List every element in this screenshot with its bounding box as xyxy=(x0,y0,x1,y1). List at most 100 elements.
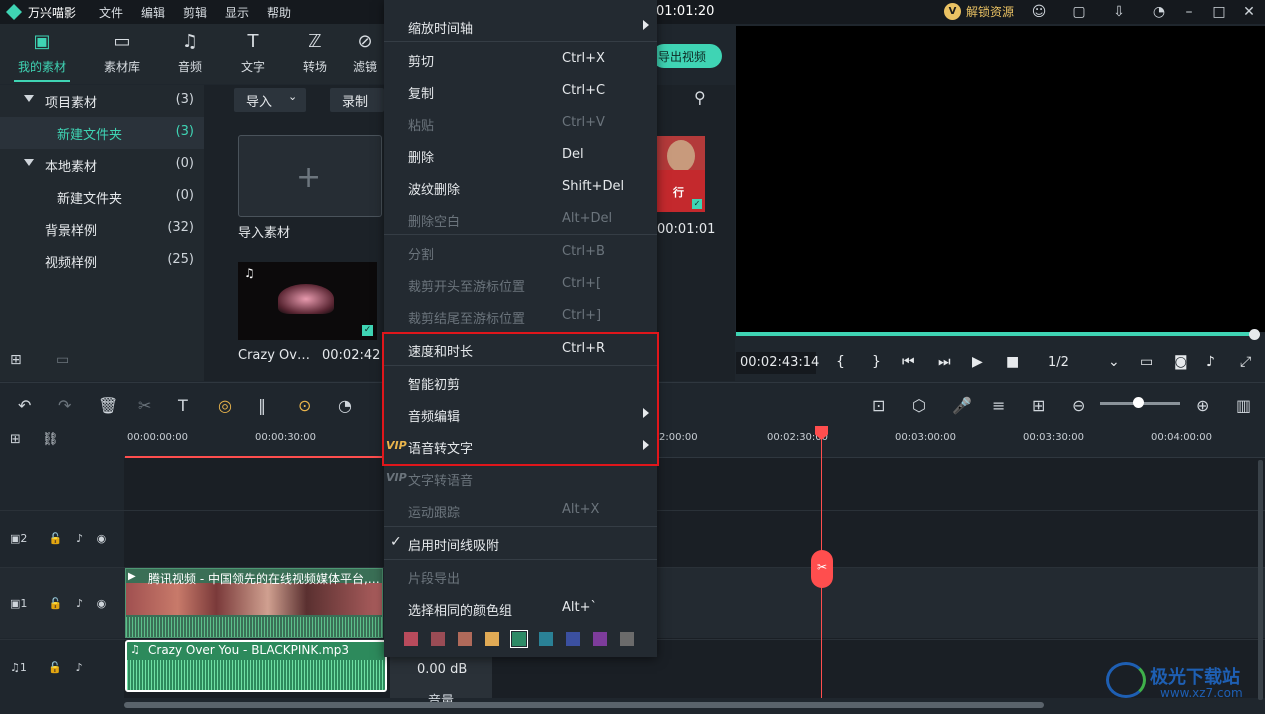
marker-icon[interactable]: ⬡ xyxy=(912,396,926,415)
zoom-slider-knob[interactable] xyxy=(1133,397,1144,408)
add-track-icon[interactable]: ⊞ xyxy=(10,432,21,447)
preview-progress-bar[interactable] xyxy=(736,332,1255,336)
link-icon[interactable]: ⛓ xyxy=(42,432,59,447)
record-button[interactable]: 录制 xyxy=(330,88,384,112)
tree-count: (0) xyxy=(175,188,194,203)
tree-project-media[interactable]: 项目素材 (3) xyxy=(0,85,204,117)
eye-icon[interactable]: ◉ xyxy=(97,597,107,610)
lock-icon[interactable]: 🔓 xyxy=(49,532,63,545)
menu-cut[interactable]: 剪切 Ctrl+X xyxy=(384,43,657,75)
chevron-down-icon[interactable]: ⌄ xyxy=(1108,354,1120,370)
expand-arrow-icon[interactable] xyxy=(24,159,34,166)
media-thumb-crazy-over-you[interactable]: ♫ ✓ xyxy=(238,262,377,340)
step-back-icon[interactable]: ⏮ xyxy=(902,354,915,370)
color-swatch[interactable] xyxy=(431,632,445,646)
tree-video-samples[interactable]: 视频样例 (25) xyxy=(0,245,204,277)
mark-in-icon[interactable]: { xyxy=(836,354,845,370)
maximize-icon[interactable]: □ xyxy=(1210,3,1228,21)
zoom-out-icon[interactable]: ⊖ xyxy=(1072,396,1085,415)
color-swatch-selected[interactable] xyxy=(510,630,528,648)
tab-library[interactable]: ▭ 素材库 xyxy=(94,30,150,82)
vertical-scrollbar[interactable] xyxy=(1258,460,1263,700)
tree-new-folder-1[interactable]: 新建文件夹 (3) xyxy=(0,117,204,149)
export-button[interactable]: 导出视频 xyxy=(652,44,722,68)
account-icon[interactable]: ☺ xyxy=(1030,3,1048,21)
stop-icon[interactable]: ■ xyxy=(1006,354,1019,370)
import-dropdown[interactable]: 导入 ⌄ xyxy=(234,88,306,112)
microphone-icon[interactable]: 🎤 xyxy=(952,396,972,415)
scissors-icon[interactable]: ✂ xyxy=(811,550,833,588)
menu-view[interactable]: 显示 xyxy=(225,4,249,21)
preview-screen[interactable] xyxy=(736,26,1265,332)
menu-enable-snapping[interactable]: ✓ 启用时间线吸附 xyxy=(384,527,657,559)
tab-text[interactable]: T 文字 xyxy=(225,30,281,82)
expand-arrow-icon[interactable] xyxy=(24,95,34,102)
media-thumb-person[interactable]: 行 ✓ xyxy=(657,136,705,212)
menu-edit[interactable]: 编辑 xyxy=(141,4,165,21)
render-icon[interactable]: ⊡ xyxy=(872,396,885,415)
audio-wave-icon[interactable]: ‖ xyxy=(258,396,266,415)
color-swatch[interactable] xyxy=(404,632,418,646)
download-icon[interactable]: ⇩ xyxy=(1110,3,1128,21)
menu-clip[interactable]: 剪辑 xyxy=(183,4,207,21)
volume-icon[interactable]: ♪ xyxy=(1206,354,1215,370)
mark-out-icon[interactable]: } xyxy=(872,354,881,370)
display-icon[interactable]: ▭ xyxy=(1140,354,1153,370)
color-swatch[interactable] xyxy=(458,632,472,646)
zoom-in-icon[interactable]: ⊕ xyxy=(1196,396,1209,415)
menu-ripple-delete[interactable]: 波纹删除 Shift+Del xyxy=(384,171,657,203)
tab-transition[interactable]: ℤ 转场 xyxy=(287,30,343,82)
speed-icon[interactable]: ◔ xyxy=(338,396,352,415)
fullscreen-icon[interactable]: ⤢ xyxy=(1240,354,1251,370)
tree-background-samples[interactable]: 背景样例 (32) xyxy=(0,213,204,245)
speaker-icon[interactable]: ♪ xyxy=(76,532,83,545)
unlock-resources-link[interactable]: 解锁资源 xyxy=(966,3,1014,20)
redo-icon[interactable]: ↷ xyxy=(58,396,71,415)
menu-shortcut: Ctrl+] xyxy=(562,308,602,323)
color-swatch[interactable] xyxy=(485,632,499,646)
color-swatch[interactable] xyxy=(539,632,553,646)
folder-outline-icon[interactable]: ▭ xyxy=(56,352,69,368)
timeline-scrollbar[interactable] xyxy=(124,702,1044,708)
minimize-icon[interactable]: – xyxy=(1180,3,1198,21)
new-folder-icon[interactable]: ⊞ xyxy=(10,352,22,368)
frame-forward-icon[interactable]: ⏭ xyxy=(938,354,951,370)
lock-icon[interactable]: 🔓 xyxy=(48,661,62,674)
undo-icon[interactable]: ↶ xyxy=(18,396,31,415)
tree-local-media[interactable]: 本地素材 (0) xyxy=(0,149,204,181)
tts-icon[interactable]: ⊙ xyxy=(298,396,311,415)
menu-delete[interactable]: 删除 Del xyxy=(384,139,657,171)
delete-icon[interactable]: 🗑 xyxy=(98,396,118,415)
preview-ratio[interactable]: 1/2 xyxy=(1048,355,1069,370)
progress-knob[interactable] xyxy=(1249,329,1260,340)
tab-my-media[interactable]: ▣ 我的素材 xyxy=(14,30,70,82)
lock-icon[interactable]: 🔓 xyxy=(49,597,63,610)
cut-icon[interactable]: ✂ xyxy=(138,396,151,415)
snapshot-icon[interactable]: ◙ xyxy=(1174,354,1188,370)
tree-new-folder-2[interactable]: 新建文件夹 (0) xyxy=(0,181,204,213)
eye-icon[interactable]: ◉ xyxy=(97,532,107,545)
search-icon[interactable]: ⚲ xyxy=(694,88,706,107)
menu-zoom-timeline[interactable]: 缩放时间轴 xyxy=(384,10,657,42)
speaker-icon[interactable]: ♪ xyxy=(76,597,83,610)
play-icon[interactable]: ▶ xyxy=(972,354,983,370)
fit-timeline-icon[interactable]: ⊞ xyxy=(1032,396,1045,415)
menu-select-same-color[interactable]: 选择相同的颜色组 Alt+` xyxy=(384,592,657,624)
menu-label: 裁剪结尾至游标位置 xyxy=(408,312,526,327)
menu-help[interactable]: 帮助 xyxy=(267,4,291,21)
add-text-icon[interactable]: T xyxy=(178,396,188,415)
ai-cut-icon[interactable]: ◎ xyxy=(218,396,232,415)
tab-filter[interactable]: ⊘ 滤镜 xyxy=(346,30,384,82)
tab-audio[interactable]: ♫ 音频 xyxy=(162,30,218,82)
feedback-icon[interactable]: ▢ xyxy=(1070,3,1088,21)
close-icon[interactable]: ✕ xyxy=(1240,3,1258,21)
color-swatch[interactable] xyxy=(593,632,607,646)
color-swatch[interactable] xyxy=(620,632,634,646)
menu-file[interactable]: 文件 xyxy=(99,4,123,21)
mixer-icon[interactable]: ≡ xyxy=(992,396,1005,415)
speaker-icon[interactable]: ♪ xyxy=(76,661,83,674)
support-icon[interactable]: ◔ xyxy=(1150,3,1168,21)
color-swatch[interactable] xyxy=(566,632,580,646)
layout-icon[interactable]: ▥ xyxy=(1236,396,1251,415)
menu-copy[interactable]: 复制 Ctrl+C xyxy=(384,75,657,107)
